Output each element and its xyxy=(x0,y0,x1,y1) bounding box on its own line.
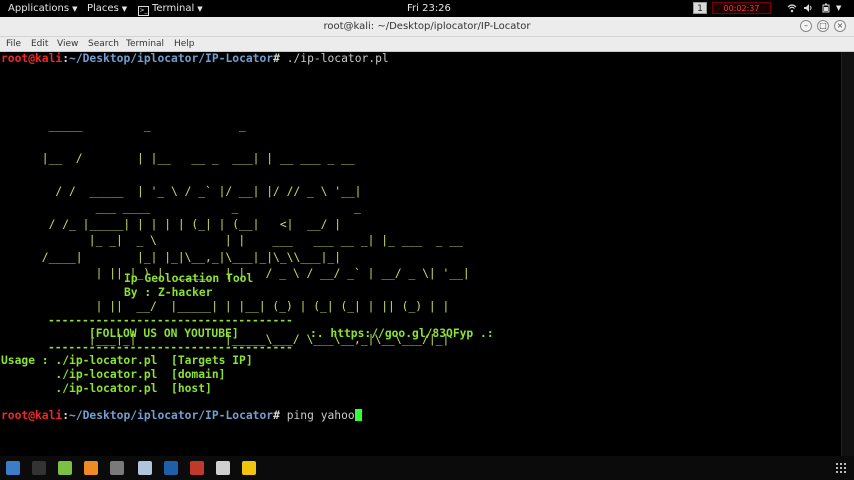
prompt-symbol: # xyxy=(273,409,280,422)
metasploit-icon[interactable] xyxy=(110,461,124,475)
follow-text: [FOLLOW US ON YOUTUBE] xyxy=(89,327,239,340)
eye-icon[interactable] xyxy=(138,461,152,475)
divider-bottom: ------------------------------------ xyxy=(48,341,293,354)
top-panel: Applications ▼ Places ▼ >_ Terminal ▼ Fri 23… xyxy=(0,0,854,17)
menu-terminal[interactable]: Terminal xyxy=(126,37,164,51)
banner-iplocator-line: |_ _| _ \ | | ___ ___ __ _| |_ ___ _ __ xyxy=(82,234,463,247)
places-label: Places xyxy=(87,3,119,14)
usage-line: ./ip-locator.pl [domain] xyxy=(1,368,226,381)
banner-iplocator-line: | || __/ |_____| | |__| (_) | (_| (_| | … xyxy=(82,300,450,313)
menubar: File Edit View Search Terminal Help xyxy=(0,37,854,52)
usage-line: Usage : ./ip-locator.pl [Targets IP] xyxy=(1,354,253,367)
chevron-down-icon: ▼ xyxy=(121,5,128,13)
taskbar xyxy=(0,456,854,480)
prompt-line-2: root@kali:~/Desktop/iplocator/IP-Locator… xyxy=(1,409,362,422)
maltego-icon[interactable] xyxy=(164,461,178,475)
armitage-icon[interactable] xyxy=(190,461,204,475)
wifi-tool-icon[interactable] xyxy=(216,461,230,475)
window-titlebar[interactable]: root@kali: ~/Desktop/iplocator/IP-Locato… xyxy=(0,17,854,37)
tool-name: Ip Geolocation Tool xyxy=(124,272,254,285)
tool-author: By : Z-hacker xyxy=(124,286,213,299)
cherrytree-icon[interactable] xyxy=(242,461,256,475)
prompt-path: ~/Desktop/iplocator/IP-Locator xyxy=(69,52,274,65)
terminal-output[interactable]: root@kali:~/Desktop/iplocator/IP-Locator… xyxy=(0,52,841,456)
banner-iplocator-line: ___ ____ _ _ xyxy=(82,201,361,214)
command-text: ./ip-locator.pl xyxy=(279,52,389,65)
prompt-path: ~/Desktop/iplocator/IP-Locator xyxy=(69,409,274,422)
menu-file[interactable]: File xyxy=(6,37,21,51)
close-button[interactable]: × xyxy=(834,20,846,32)
menu-view[interactable]: View xyxy=(57,37,78,51)
system-menu-chevron-icon[interactable]: ▼ xyxy=(836,0,841,17)
banner-zhacker-line: |__ / | |__ __ _ ___| | __ ___ _ __ xyxy=(35,152,355,165)
screen-recorder-timer[interactable]: 00:02:37 xyxy=(712,2,771,14)
places-menu[interactable]: Places ▼ xyxy=(87,0,127,17)
chevron-down-icon: ▼ xyxy=(72,5,78,13)
terminal-icon: >_ xyxy=(138,6,149,16)
prompt-separator: : xyxy=(62,409,70,422)
files-icon[interactable] xyxy=(6,461,20,475)
text-cursor xyxy=(354,409,362,421)
applications-menu[interactable]: Applications ▼ xyxy=(8,0,77,17)
prompt-symbol: # xyxy=(273,52,280,65)
youtube-link: :. https://goo.gl/83QFyp .: xyxy=(310,327,494,340)
show-apps-grid-icon[interactable] xyxy=(835,462,847,474)
volume-icon[interactable] xyxy=(803,3,813,13)
menu-edit[interactable]: Edit xyxy=(31,37,48,51)
usage-line: ./ip-locator.pl [host] xyxy=(1,382,212,395)
banner-zhacker-line: _____ _ _ xyxy=(35,119,246,132)
chevron-down-icon: ▼ xyxy=(197,5,203,13)
terminal-app-menu[interactable]: >_ Terminal ▼ xyxy=(138,0,203,17)
prompt-line-1: root@kali:~/Desktop/iplocator/IP-Locator… xyxy=(1,52,389,65)
workspace-indicator[interactable]: 1 xyxy=(693,2,707,14)
clock[interactable]: Fri 23:26 xyxy=(407,0,451,17)
terminal-icon[interactable] xyxy=(32,461,46,475)
applications-label: Applications xyxy=(8,3,70,14)
notes-icon[interactable] xyxy=(58,461,72,475)
terminal-scrollbar[interactable] xyxy=(841,52,854,456)
command-input[interactable]: ping yahoo xyxy=(280,409,355,422)
maximize-button[interactable]: □ xyxy=(817,20,829,32)
battery-icon[interactable] xyxy=(821,3,831,13)
divider-top: ------------------------------------ xyxy=(48,314,293,327)
prompt-user: root@kali xyxy=(1,52,63,65)
menu-search[interactable]: Search xyxy=(88,37,119,51)
wifi-icon[interactable] xyxy=(787,3,797,13)
terminal-app-label: Terminal xyxy=(152,3,195,14)
window-title: root@kali: ~/Desktop/iplocator/IP-Locato… xyxy=(323,21,531,32)
minimize-button[interactable]: – xyxy=(800,20,812,32)
burpsuite-icon[interactable] xyxy=(84,461,98,475)
prompt-user: root@kali xyxy=(1,409,63,422)
prompt-separator: : xyxy=(62,52,70,65)
menu-help[interactable]: Help xyxy=(174,37,195,51)
